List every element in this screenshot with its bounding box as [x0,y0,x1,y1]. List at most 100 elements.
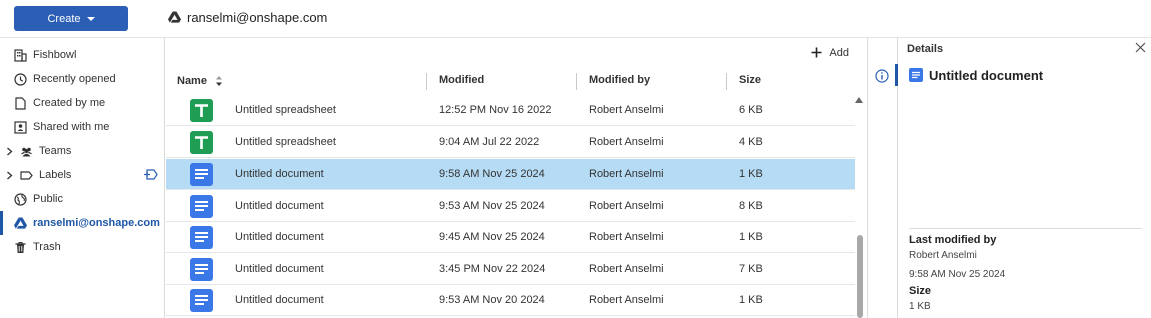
info-icon[interactable] [875,69,889,86]
caret-down-icon [86,17,95,21]
details-heading: Details [907,43,944,55]
file-modified-by: Robert Anselmi [589,294,664,306]
file-size: 1 KB [739,294,763,306]
size-label: Size [909,285,932,297]
document-icon [909,68,923,82]
sidebar-item-recently-opened[interactable]: Recently opened [0,67,164,91]
drive-icon [14,216,27,230]
drive-icon [168,11,181,24]
file-modified: 9:58 AM Nov 25 2024 [439,168,545,180]
file-name: Untitled spreadsheet [235,104,336,116]
table-row[interactable]: Untitled document 3:45 PM Nov 22 2024 Ro… [166,254,855,285]
column-header-label: Modified by [589,74,651,86]
table-row[interactable]: Untitled spreadsheet 12:52 PM Nov 16 202… [166,95,855,126]
details-document-title: Untitled document [929,67,1044,83]
sidebar-item-trash[interactable]: Trash [0,235,164,259]
file-modified-by: Robert Anselmi [589,168,664,180]
column-header-modified[interactable]: Modified [439,74,484,86]
sidebar-item-teams[interactable]: Teams [0,139,164,163]
label-icon [20,169,33,182]
shared-person-icon [14,120,27,134]
file-modified: 9:53 AM Nov 20 2024 [439,294,545,306]
file-list: Untitled spreadsheet 12:52 PM Nov 16 202… [166,95,867,318]
file-size: 4 KB [739,136,763,148]
file-name: Untitled document [235,263,324,275]
create-button-label: Create [47,12,81,25]
table-row-selected[interactable]: Untitled document 9:58 AM Nov 25 2024 Ro… [166,159,855,190]
globe-icon [14,192,27,206]
team-icon [20,145,33,158]
column-header-label: Modified [439,74,485,86]
document-icon [14,96,27,110]
file-modified-by: Robert Anselmi [589,104,664,116]
close-icon[interactable] [1135,42,1146,56]
sidebar-item-fishbowl[interactable]: Fishbowl [0,43,164,67]
document-icon [190,226,213,249]
sidebar: Fishbowl Recently opened Created by me S… [0,38,165,318]
chevron-right-icon[interactable] [5,147,14,156]
size-value: 1 KB [909,301,931,312]
column-header-name[interactable]: Name [177,74,226,87]
sidebar-item-label: Teams [39,145,72,157]
last-modified-label: Last modified by [909,234,997,246]
column-header-modified-by[interactable]: Modified by [589,74,650,86]
document-icon [190,195,213,218]
file-name: Untitled document [235,231,324,243]
file-list-panel: Add Name Modified Modified by Size Untit… [166,38,867,318]
column-divider[interactable] [426,73,427,90]
sidebar-item-label: Public [33,193,63,205]
column-divider[interactable] [726,73,727,90]
document-icon [190,289,213,312]
file-name: Untitled document [235,200,324,212]
column-header-size[interactable]: Size [739,74,761,86]
chevron-right-icon[interactable] [5,171,14,180]
document-icon [190,163,213,186]
file-name: Untitled document [235,294,324,306]
spreadsheet-icon [190,99,213,122]
file-modified: 9:53 AM Nov 25 2024 [439,200,545,212]
sidebar-item-created-by-me[interactable]: Created by me [0,91,164,115]
details-toolbar [868,38,896,318]
scroll-up-arrow[interactable] [855,97,863,103]
sidebar-item-label: ranselmi@onshape.com [33,217,160,229]
breadcrumb[interactable]: ranselmi@onshape.com [168,10,327,25]
file-modified-by: Robert Anselmi [589,263,664,275]
table-row[interactable]: Untitled document 9:53 AM Nov 20 2024 Ro… [166,285,855,316]
spreadsheet-icon [190,131,213,154]
trash-icon [14,241,27,254]
breadcrumb-label: ranselmi@onshape.com [187,10,328,25]
sidebar-item-my-drive[interactable]: ranselmi@onshape.com [0,211,164,235]
file-modified: 3:45 PM Nov 22 2024 [439,263,546,275]
sidebar-item-label: Created by me [33,97,106,109]
add-button[interactable]: Add [810,46,849,59]
add-label-icon[interactable] [143,169,158,183]
sidebar-item-labels[interactable]: Labels [0,163,164,187]
sidebar-item-public[interactable]: Public [0,187,164,211]
sort-icon[interactable] [213,74,226,87]
file-size: 8 KB [739,200,763,212]
details-area: Details Untitled document Last modified … [867,38,1151,318]
file-modified-by: Robert Anselmi [589,136,664,148]
file-size: 1 KB [739,168,763,180]
file-name: Untitled document [235,168,324,180]
scrollbar-thumb[interactable] [857,235,863,318]
sidebar-item-label: Fishbowl [33,49,77,61]
file-modified-by: Robert Anselmi [589,200,664,212]
details-document-header: Untitled document [895,64,1043,86]
plus-icon [810,46,823,59]
column-divider[interactable] [576,73,577,90]
sidebar-item-shared-with-me[interactable]: Shared with me [0,115,164,139]
table-header: Name Modified Modified by Size [166,71,867,93]
table-row[interactable]: Untitled spreadsheet 9:04 AM Jul 22 2022… [166,127,855,158]
last-modified-date-value: 9:58 AM Nov 25 2024 [909,269,1006,280]
create-button[interactable]: Create [14,6,128,31]
file-name: Untitled spreadsheet [235,136,336,148]
file-size: 7 KB [739,263,763,275]
table-row[interactable]: Untitled document 9:45 AM Nov 25 2024 Ro… [166,222,855,253]
sidebar-item-label: Recently opened [33,73,116,85]
column-header-label: Name [177,74,207,87]
file-modified: 12:52 PM Nov 16 2022 [439,104,552,116]
file-size: 6 KB [739,104,763,116]
add-button-label: Add [829,46,849,59]
table-row[interactable]: Untitled document 9:53 AM Nov 25 2024 Ro… [166,191,855,222]
